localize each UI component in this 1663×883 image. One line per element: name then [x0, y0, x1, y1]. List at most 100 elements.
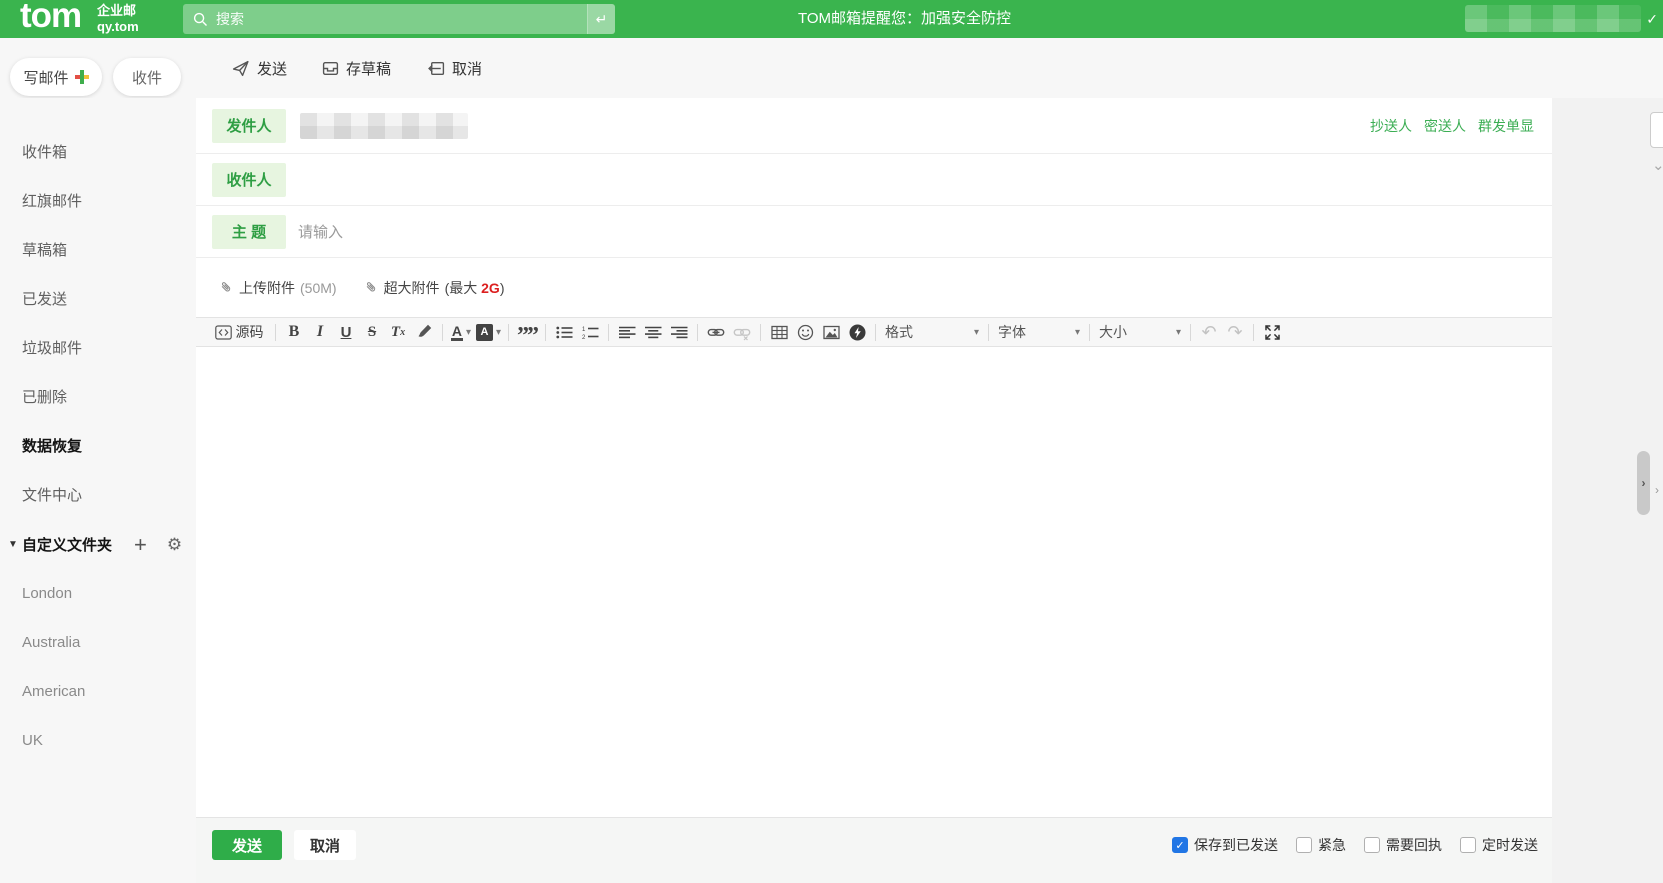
- to-row[interactable]: 收件人: [196, 154, 1552, 206]
- mass-single-link[interactable]: 群发单显: [1478, 116, 1534, 136]
- search-input[interactable]: 搜索 ↵: [183, 4, 615, 34]
- blockquote-button[interactable]: ””: [516, 320, 539, 348]
- sidebar-folder-australia[interactable]: Australia: [0, 618, 196, 667]
- compose-mail-button[interactable]: 写邮件: [10, 58, 102, 96]
- align-left-button[interactable]: [616, 320, 638, 344]
- flash-button[interactable]: [846, 320, 868, 344]
- sidebar-item-deleted[interactable]: 已删除: [0, 373, 196, 422]
- sidebar-item-file-center[interactable]: 文件中心: [0, 471, 196, 520]
- chevron-down-icon: ▾: [974, 326, 980, 338]
- insert-link-button[interactable]: [705, 320, 727, 344]
- toolbar-separator: [1190, 323, 1192, 341]
- italic-button[interactable]: I: [309, 320, 331, 344]
- size-dropdown[interactable]: 大小 ▾: [1095, 320, 1185, 344]
- remove-link-button[interactable]: [731, 320, 753, 344]
- sidebar-item-spam[interactable]: 垃圾邮件: [0, 324, 196, 373]
- send-button[interactable]: 发送: [212, 830, 282, 860]
- strikethrough-button[interactable]: S: [361, 320, 383, 344]
- remove-format-x: x: [400, 326, 406, 338]
- toolbar-separator: [1089, 323, 1091, 341]
- font-dropdown[interactable]: 字体 ▾: [994, 320, 1084, 344]
- checkbox-save-to-sent-label: 保存到已发送: [1194, 837, 1278, 853]
- redo-button[interactable]: ↷: [1224, 320, 1246, 344]
- side-panel-edge[interactable]: [1650, 112, 1663, 148]
- align-center-button[interactable]: [642, 320, 664, 344]
- emoji-button[interactable]: [794, 320, 816, 344]
- checkbox-scheduled-send[interactable]: 定时发送: [1460, 835, 1538, 855]
- brand-line-2: qy.tom: [97, 19, 139, 34]
- super-attachment-label: 超大附件: [383, 279, 440, 296]
- text-color-button[interactable]: A ▾: [450, 320, 472, 344]
- checkbox-unchecked[interactable]: [1364, 837, 1380, 853]
- numbered-list-button[interactable]: 12: [579, 320, 601, 344]
- sidebar-item-flagged[interactable]: 红旗邮件: [0, 177, 196, 226]
- triangle-down-icon[interactable]: ▼: [8, 539, 22, 550]
- tom-logo[interactable]: tom: [20, 0, 82, 36]
- sidebar-custom-folders-header[interactable]: ▼ 自定义文件夹 + ⚙: [0, 520, 196, 569]
- copy-format-brush-button[interactable]: [413, 320, 435, 344]
- expand-panel-handle[interactable]: ›: [1637, 451, 1650, 515]
- sidebar-item-sent[interactable]: 已发送: [0, 275, 196, 324]
- bullet-list-button[interactable]: [553, 320, 575, 344]
- super-attachment-button[interactable]: 超大附件 (最大 2G): [363, 278, 504, 298]
- bold-button[interactable]: B: [283, 320, 305, 344]
- editor-body[interactable]: [196, 347, 1552, 817]
- add-folder-icon[interactable]: +: [134, 533, 147, 555]
- enter-key-icon[interactable]: ↵: [587, 4, 615, 34]
- undo-button[interactable]: ↶: [1198, 320, 1220, 344]
- from-address-blurred[interactable]: [300, 112, 468, 139]
- source-code-label: 源码: [235, 324, 264, 340]
- checkbox-unchecked[interactable]: [1460, 837, 1476, 853]
- align-right-icon: [670, 326, 688, 339]
- sidebar-item-data-recovery[interactable]: 数据恢复: [0, 422, 196, 471]
- remove-format-t: T: [390, 323, 401, 340]
- send-toolbar-button[interactable]: 发送: [232, 38, 287, 98]
- underline-button[interactable]: U: [335, 320, 357, 344]
- chevron-down-icon[interactable]: ⌄: [1652, 156, 1663, 174]
- header-links: 抄送人 密送人 群发单显: [1370, 116, 1534, 136]
- subject-row[interactable]: 主 题 请输入: [196, 206, 1552, 258]
- bg-color-letter: A: [476, 323, 493, 341]
- paper-plane-icon: [232, 60, 250, 77]
- brush-icon: [416, 324, 432, 340]
- chevron-down-icon: ▾: [466, 326, 472, 338]
- cc-link[interactable]: 抄送人: [1370, 116, 1412, 136]
- maximize-button[interactable]: [1261, 320, 1283, 344]
- checkbox-save-to-sent[interactable]: ✓ 保存到已发送: [1172, 835, 1278, 855]
- sidebar-item-drafts[interactable]: 草稿箱: [0, 226, 196, 275]
- toolbar-separator: [442, 323, 443, 341]
- checkbox-checked-icon[interactable]: ✓: [1172, 837, 1188, 853]
- compose-mail-label: 写邮件: [23, 69, 69, 87]
- bcc-link[interactable]: 密送人: [1424, 116, 1466, 136]
- toolbar-separator: [697, 323, 699, 341]
- save-draft-button[interactable]: 存草稿: [322, 38, 391, 98]
- attachment-row: 上传附件 (50M) 超大附件 (最大 2G): [196, 258, 1552, 317]
- bg-color-button[interactable]: A ▾: [476, 320, 501, 344]
- cancel-button[interactable]: 取消: [294, 830, 356, 860]
- sidebar-item-inbox[interactable]: 收件箱: [0, 128, 196, 177]
- insert-image-button[interactable]: [820, 320, 842, 344]
- sidebar-folder-london[interactable]: London: [0, 569, 196, 618]
- save-draft-icon: [322, 60, 339, 77]
- subject-placeholder: 请输入: [298, 224, 344, 241]
- gear-icon[interactable]: ⚙: [167, 535, 182, 555]
- user-account-blurred[interactable]: [1465, 5, 1641, 32]
- receive-mail-button[interactable]: 收件: [113, 58, 181, 96]
- align-center-icon: [644, 326, 662, 339]
- insert-table-button[interactable]: [768, 320, 790, 344]
- sidebar-folder-american[interactable]: American: [0, 667, 196, 716]
- upload-attachment-button[interactable]: 上传附件 (50M): [218, 278, 337, 298]
- checkbox-urgent[interactable]: 紧急: [1296, 835, 1346, 855]
- remove-format-button[interactable]: Tx: [387, 320, 409, 344]
- source-code-button[interactable]: 源码: [210, 320, 268, 344]
- format-dropdown[interactable]: 格式 ▾: [881, 320, 983, 344]
- sidebar-folder-uk[interactable]: UK: [0, 716, 196, 765]
- toolbar-separator: [508, 323, 510, 341]
- align-right-button[interactable]: [668, 320, 690, 344]
- cancel-toolbar-button[interactable]: 取消: [428, 38, 482, 98]
- checkbox-unchecked[interactable]: [1296, 837, 1312, 853]
- chevron-down-icon: ▾: [1075, 326, 1081, 338]
- checkbox-read-receipt[interactable]: 需要回执: [1364, 835, 1442, 855]
- toolbar-separator: [545, 323, 547, 341]
- search-placeholder: 搜索: [216, 11, 244, 27]
